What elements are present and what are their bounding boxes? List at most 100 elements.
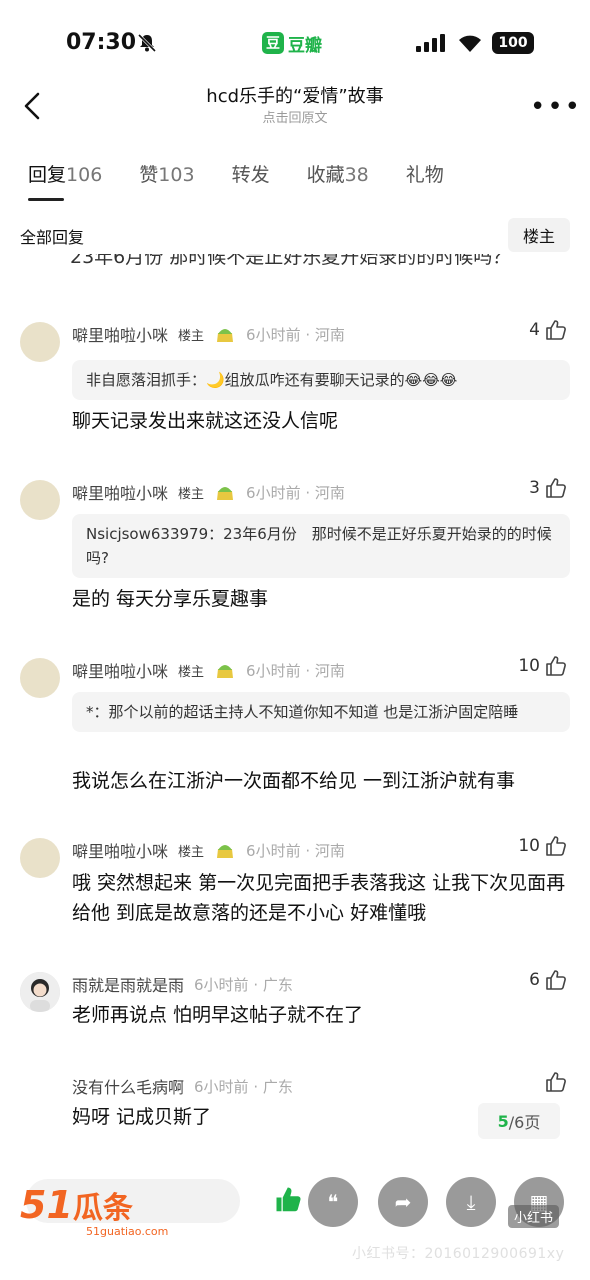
comment-meta: 没有什么毛病啊 6小时前 · 广东 — [72, 1074, 293, 1098]
tab-count: 103 — [158, 164, 195, 186]
cut-off-reply-text: 23年6月份 那时候不是正好乐夏开始录的的时候吗？ — [70, 254, 580, 268]
like-button[interactable]: 10 — [518, 654, 568, 678]
username[interactable]: 没有什么毛病啊 — [72, 1074, 184, 1098]
username[interactable]: 噼里啪啦小咪 — [72, 658, 168, 682]
xiaohongshu-watermark: 小红书 — [508, 1205, 560, 1228]
tab-gifts[interactable]: 礼物 — [406, 160, 444, 187]
timestamp-location: 6小时前 · 广东 — [194, 975, 293, 994]
username[interactable]: 噼里啪啦小咪 — [72, 322, 168, 346]
bottom-action-bar: 51 瓜条 51guatiao.com ❝ ➦ ⤓ ▦ 小红书 小红书号：201… — [0, 1165, 590, 1280]
tab-bar: 回复106 赞103 转发 收藏38 礼物 — [28, 160, 481, 201]
host-badge: 楼主 — [178, 328, 205, 344]
comment-meta: 噼里啪啦小咪 楼主 6小时前 · 河南 — [72, 322, 345, 346]
thumbs-up-icon — [546, 836, 566, 856]
post-title[interactable]: hcd乐手的“爱情”故事 — [0, 82, 590, 108]
thumbs-up-icon — [546, 656, 566, 676]
tab-count: 106 — [66, 164, 103, 186]
timestamp-location: 6小时前 · 河南 — [246, 325, 345, 344]
avatar-portrait-icon — [20, 972, 60, 1012]
like-button[interactable]: 3 — [529, 476, 568, 500]
watermark-logo-number: 51 — [20, 1183, 73, 1227]
timestamp-location: 6小时前 · 河南 — [246, 483, 345, 502]
comment-meta: 噼里啪啦小咪 楼主 6小时前 · 河南 — [72, 838, 345, 862]
douban-logo-icon: 豆 — [262, 32, 284, 54]
battery-indicator: 100 — [492, 32, 534, 54]
like-button[interactable]: 4 — [529, 318, 568, 342]
thumbs-up-icon — [546, 970, 566, 990]
comment-meta: 雨就是雨就是雨 6小时前 · 广东 — [72, 972, 293, 996]
cut-off-text: 23年6月份 那时候不是正好乐夏开始录的的时候吗？ — [70, 254, 512, 268]
tab-label: 赞 — [139, 164, 159, 186]
tab-likes[interactable]: 赞103 — [139, 160, 194, 187]
cake-icon — [217, 329, 234, 342]
cake-icon — [217, 665, 234, 678]
comment-icon[interactable]: ❝ — [308, 1177, 358, 1227]
clock: 07:30 — [66, 30, 137, 55]
comment-text: 是的 每天分享乐夏趣事 — [72, 588, 269, 610]
cellular-signal-icon — [416, 34, 445, 52]
tab-label: 转发 — [231, 164, 270, 186]
avatar[interactable] — [20, 838, 60, 878]
like-button[interactable]: 6 — [529, 968, 568, 992]
tab-replies[interactable]: 回复106 — [28, 160, 103, 201]
username[interactable]: 噼里啪啦小咪 — [72, 838, 168, 862]
mute-bell-icon — [137, 33, 157, 53]
back-to-original-link[interactable]: 点击回原文 — [0, 107, 590, 126]
watermark-site: 51guatiao.com — [86, 1225, 169, 1238]
quoted-reply[interactable]: Nsicjsow633979：23年6月份 那时候不是正好乐夏开始录的的时候吗? — [72, 514, 570, 578]
tab-label: 回复 — [28, 164, 67, 186]
host-badge: 楼主 — [178, 486, 205, 502]
more-options-icon[interactable]: ••• — [530, 92, 582, 122]
avatar[interactable] — [20, 480, 60, 520]
avatar[interactable] — [20, 322, 60, 362]
like-button[interactable] — [544, 1070, 568, 1094]
thumbs-up-icon — [546, 478, 566, 498]
timestamp-location: 6小时前 · 广东 — [194, 1077, 293, 1096]
all-replies-filter[interactable]: 全部回复 — [20, 224, 84, 248]
quoted-reply[interactable]: 非自愿落泪抓手：🌙组放瓜咋还有要聊天记录的😂😂😂 — [72, 360, 570, 400]
comment-meta: 噼里啪啦小咪 楼主 6小时前 · 河南 — [72, 480, 345, 504]
timestamp-location: 6小时前 · 河南 — [246, 841, 345, 860]
username[interactable]: 噼里啪啦小咪 — [72, 480, 168, 504]
tab-reshares[interactable]: 转发 — [232, 160, 270, 187]
reply-filter-row: 全部回复 楼主 — [0, 214, 590, 254]
avatar[interactable] — [20, 658, 60, 698]
quoted-reply[interactable]: *：那个以前的超话主持人不知道你知不知道 也是江浙沪固定陪睡 — [72, 692, 570, 732]
comment-text: 我说怎么在江浙沪一次面都不给见 一到江浙沪就有事 — [72, 770, 516, 792]
comment-text: 聊天记录发出来就这还没人信呢 — [72, 410, 339, 432]
tab-count: 38 — [344, 164, 369, 186]
username[interactable]: 雨就是雨就是雨 — [72, 972, 184, 996]
like-count: 6 — [529, 970, 540, 990]
avatar[interactable] — [20, 972, 60, 1012]
host-only-button[interactable]: 楼主 — [508, 218, 570, 252]
like-count: 4 — [529, 320, 540, 340]
total-pages: /6页 — [508, 1113, 541, 1132]
thumbs-up-icon — [546, 320, 566, 340]
wifi-icon — [459, 35, 481, 52]
host-badge: 楼主 — [178, 664, 205, 680]
tab-collections[interactable]: 收藏38 — [307, 160, 369, 187]
cake-icon — [217, 487, 234, 500]
tab-label: 礼物 — [405, 164, 444, 186]
app-name: 豆瓣 — [288, 35, 322, 56]
current-page: 5 — [497, 1111, 509, 1131]
like-count: 10 — [518, 656, 540, 676]
xiaohongshu-id: 小红书号：2016012900691xy — [352, 1246, 565, 1262]
like-button[interactable]: 10 — [518, 834, 568, 858]
page-indicator[interactable]: 5/6页 — [478, 1103, 560, 1139]
download-icon[interactable]: ⤓ — [446, 1177, 496, 1227]
post-header: hcd乐手的“爱情”故事 点击回原文 ••• — [0, 78, 590, 138]
like-count: 10 — [518, 836, 540, 856]
thumbs-up-icon — [546, 1072, 566, 1092]
comment-text: 老师再说点 怕明早这帖子就不在了 — [72, 1004, 364, 1026]
host-badge: 楼主 — [178, 844, 205, 860]
watermark-logo: 51 瓜条 — [20, 1183, 133, 1227]
tab-label: 收藏 — [306, 164, 345, 186]
cake-icon — [217, 845, 234, 858]
share-icon[interactable]: ➦ — [378, 1177, 428, 1227]
like-count: 3 — [529, 478, 540, 498]
timestamp-location: 6小时前 · 河南 — [246, 661, 345, 680]
thumbs-up-filled-icon[interactable] — [274, 1185, 304, 1215]
app-indicator: 豆 豆瓣 — [262, 30, 322, 56]
status-bar: 07:30 豆 豆瓣 100 — [0, 0, 590, 80]
